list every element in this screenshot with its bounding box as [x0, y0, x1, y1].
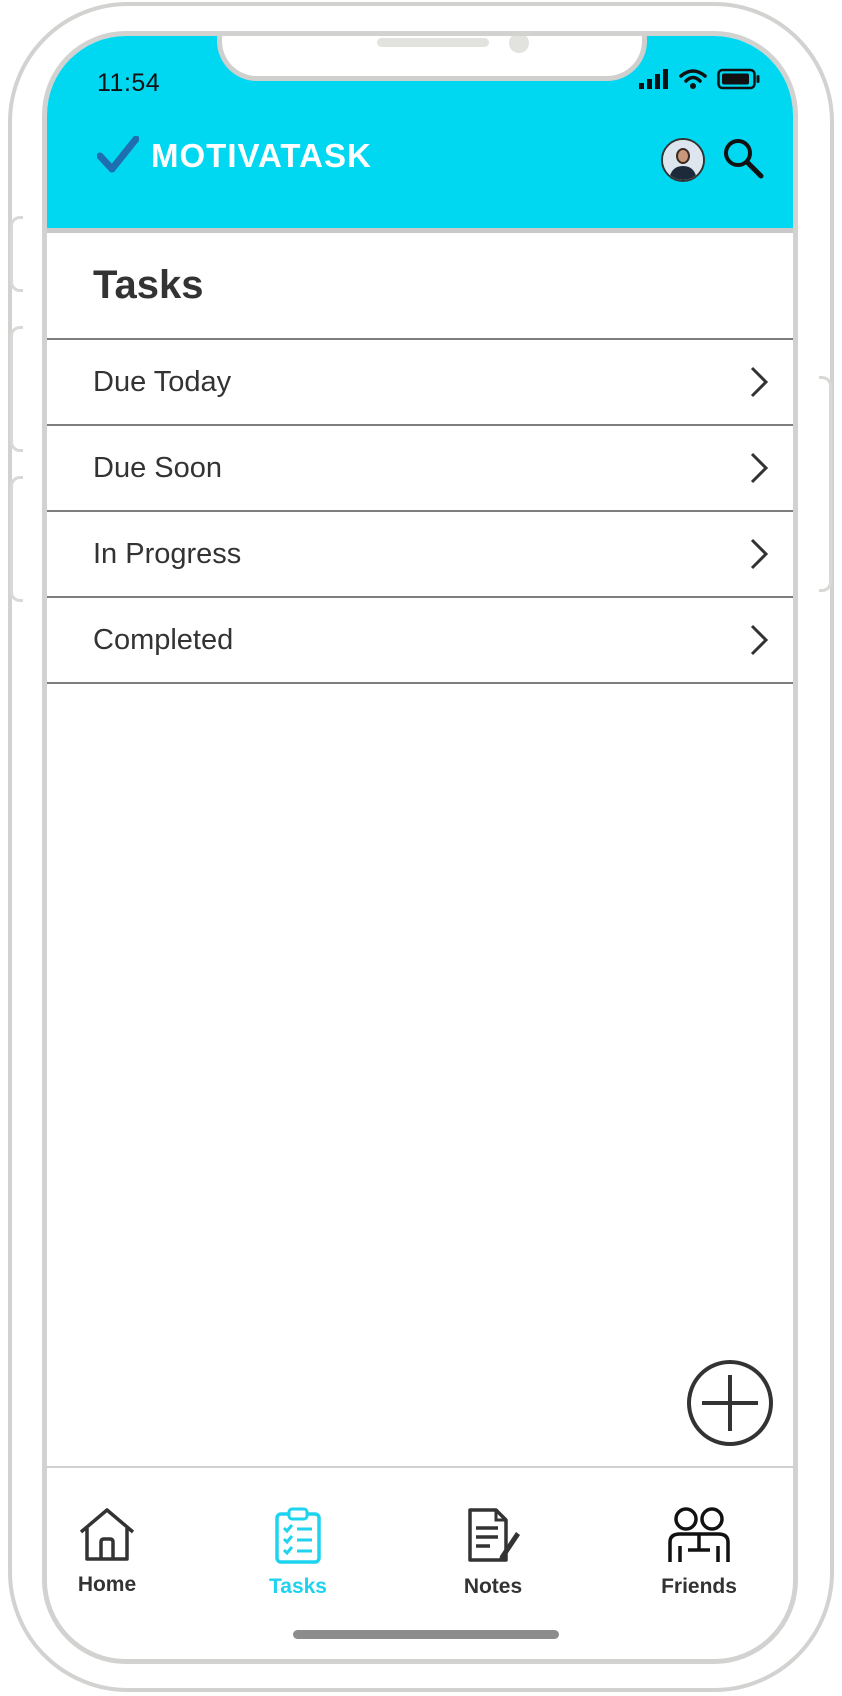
side-button: [10, 216, 23, 292]
brand-logo-text: MOTIVATASK: [151, 137, 372, 174]
status-time: 11:54: [97, 69, 161, 97]
list-item-label: In Progress: [93, 538, 242, 570]
chevron-right-icon: [750, 366, 769, 398]
clipboard-icon: [275, 1507, 321, 1564]
device-notch: [217, 36, 647, 81]
home-indicator[interactable]: [293, 1630, 559, 1639]
chevron-right-icon: [750, 452, 769, 484]
page-title: Tasks: [93, 263, 204, 307]
app-screen: 11:54 MOTIVATASK Tasks Due Today Due Soo…: [42, 31, 798, 1664]
chevron-right-icon: [750, 538, 769, 570]
camera-dot: [509, 36, 529, 53]
chevron-right-icon: [750, 624, 769, 656]
speaker-grille: [377, 38, 489, 47]
page-header: Tasks: [47, 233, 793, 340]
list-item-label: Due Today: [93, 366, 232, 398]
side-button: [819, 376, 832, 592]
tab-home[interactable]: Home: [47, 1506, 177, 1597]
tab-label: Friends: [661, 1575, 737, 1598]
tab-label: Tasks: [269, 1575, 327, 1598]
tab-friends[interactable]: Friends: [629, 1506, 769, 1599]
add-task-button[interactable]: [685, 1358, 775, 1448]
profile-avatar[interactable]: [661, 138, 705, 182]
app-header: 11:54 MOTIVATASK: [47, 36, 793, 233]
tab-notes[interactable]: Notes: [423, 1506, 563, 1599]
battery-icon: [717, 68, 760, 90]
status-icons: [639, 66, 761, 92]
tab-label: Home: [77, 1573, 137, 1596]
list-item-label: Completed: [93, 624, 234, 656]
search-icon[interactable]: [721, 136, 765, 180]
list-item-due-soon[interactable]: Due Soon: [47, 426, 793, 512]
wifi-icon: [679, 69, 707, 89]
home-icon: [79, 1508, 135, 1561]
task-group-list: Due Today Due Soon In Progress Completed: [47, 340, 793, 684]
tab-tasks[interactable]: Tasks: [228, 1506, 368, 1599]
side-button: [10, 326, 23, 452]
friends-icon: [668, 1507, 730, 1562]
tab-label: Notes: [463, 1575, 523, 1598]
list-item-completed[interactable]: Completed: [47, 598, 793, 684]
list-item-label: Due Soon: [93, 452, 222, 484]
signal-icon: [639, 69, 668, 89]
avatar-image: [663, 140, 703, 180]
side-button: [10, 476, 23, 602]
list-item-due-today[interactable]: Due Today: [47, 340, 793, 426]
notes-icon: [468, 1508, 520, 1562]
list-item-in-progress[interactable]: In Progress: [47, 512, 793, 598]
logo-check-icon: [97, 136, 139, 173]
